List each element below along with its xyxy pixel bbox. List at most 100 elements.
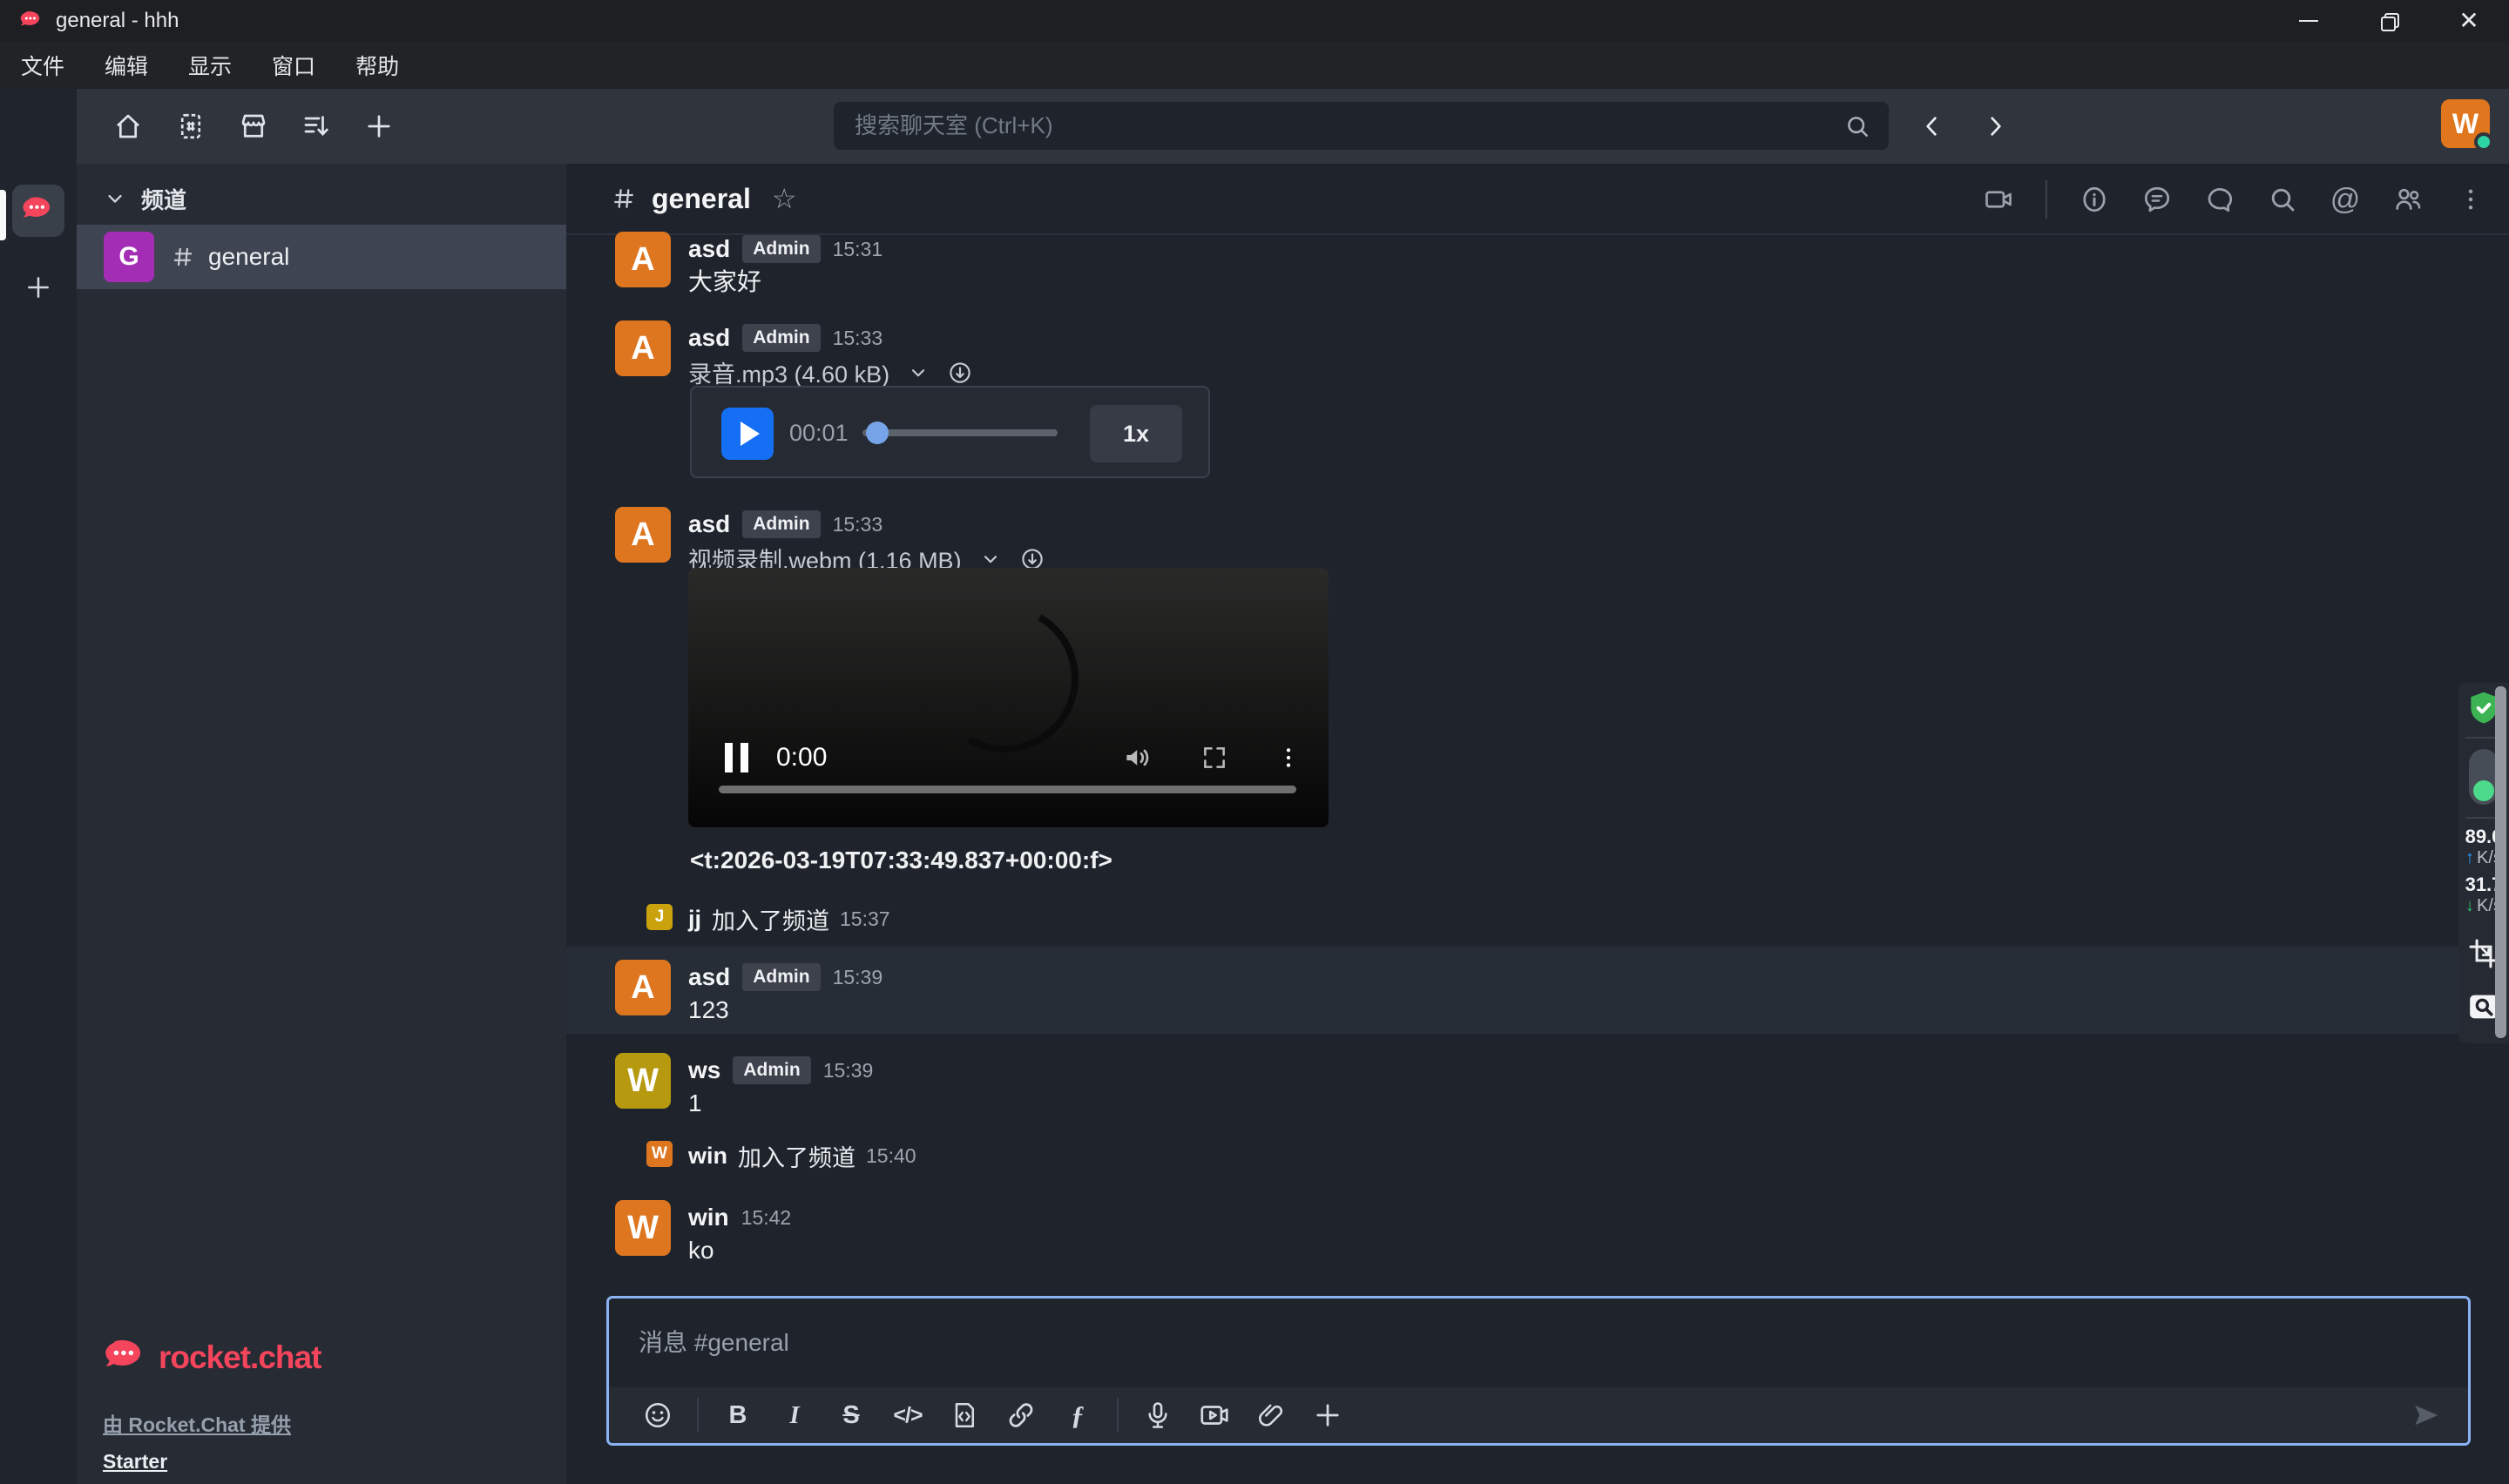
fullscreen-icon[interactable] [1200, 743, 1229, 772]
avatar[interactable]: A [615, 320, 671, 376]
restore-button[interactable] [2349, 0, 2429, 42]
history-back-button[interactable] [1917, 111, 1948, 142]
collapse-chevron-icon[interactable] [907, 361, 930, 384]
user-avatar[interactable]: W [2441, 99, 2490, 148]
search-icon [1843, 112, 1871, 140]
italic-button[interactable]: I [777, 1398, 812, 1433]
header-divider [2046, 180, 2047, 219]
close-button[interactable]: ✕ [2429, 0, 2509, 42]
search-messages-button[interactable] [2267, 184, 2298, 215]
role-badge: Admin [742, 324, 820, 352]
message-header: asd Admin 15:33 [688, 510, 883, 538]
home-icon [112, 111, 144, 142]
add-server-button[interactable] [19, 268, 57, 307]
video-progress-bar[interactable] [719, 786, 1296, 793]
audio-play-button[interactable] [721, 408, 774, 460]
info-icon [2079, 184, 2110, 215]
attachment-filename[interactable]: 录音.mp3 (4.60 kB) [688, 355, 889, 389]
message-header: ws Admin 15:39 [688, 1056, 873, 1084]
download-icon[interactable] [947, 360, 973, 386]
create-new-button[interactable] [363, 111, 395, 142]
marketplace-button[interactable] [238, 111, 269, 142]
widget-scrollbar[interactable] [2495, 686, 2506, 1038]
download-arrow-icon: ↓ [2465, 896, 2474, 916]
kebab-menu-button[interactable] [2455, 184, 2486, 215]
avatar[interactable]: W [615, 1200, 671, 1256]
sidebar-item-general[interactable]: G general [77, 225, 566, 289]
message-username[interactable]: asd [688, 963, 730, 991]
composer-plus-button[interactable] [1310, 1398, 1345, 1433]
message-input[interactable] [609, 1298, 2468, 1387]
video-record-button[interactable] [1197, 1398, 1232, 1433]
audio-playback-rate-button[interactable]: 1x [1090, 405, 1182, 462]
members-button[interactable] [2392, 184, 2424, 215]
menu-view[interactable]: 显示 [183, 46, 237, 84]
strikethrough-button[interactable]: S [834, 1398, 869, 1433]
menu-window[interactable]: 窗口 [267, 46, 321, 84]
audio-current-time: 00:01 [789, 420, 849, 447]
minimize-button[interactable] [2269, 0, 2349, 42]
channels-section-header[interactable]: 频道 [77, 178, 566, 219]
play-icon [741, 422, 760, 446]
message-username[interactable]: win [688, 1143, 727, 1170]
message-header: win 15:42 [688, 1204, 791, 1231]
message-header: asd Admin 15:33 [688, 324, 883, 352]
channels-section-label: 频道 [141, 183, 186, 215]
search-input[interactable] [834, 112, 1843, 139]
directory-button[interactable] [175, 111, 206, 142]
avatar[interactable]: A [615, 960, 671, 1015]
video-kebab-icon[interactable] [1275, 744, 1302, 772]
avatar[interactable]: W [615, 1053, 671, 1109]
chevron-right-icon [1981, 112, 2009, 140]
restore-icon [2381, 13, 2397, 29]
volume-icon[interactable] [1121, 741, 1154, 774]
home-button[interactable] [112, 111, 144, 142]
sort-button[interactable] [301, 111, 332, 142]
attach-file-button[interactable] [1254, 1398, 1288, 1433]
channel-info-button[interactable] [2079, 184, 2110, 215]
link-button[interactable] [1004, 1398, 1038, 1433]
powered-by-link[interactable]: 由 Rocket.Chat 提供 [103, 1408, 538, 1438]
message-username[interactable]: ws [688, 1056, 720, 1084]
audio-slider-thumb[interactable] [866, 422, 889, 444]
history-forward-button[interactable] [1979, 111, 2011, 142]
avatar[interactable]: J [646, 904, 673, 930]
katex-button[interactable]: ƒ [1060, 1398, 1095, 1433]
send-plane-icon [2411, 1400, 2442, 1431]
menu-help[interactable]: 帮助 [350, 46, 404, 84]
search-icon [2267, 184, 2298, 215]
emoji-button[interactable] [640, 1398, 675, 1433]
send-button[interactable] [2409, 1398, 2444, 1433]
message-username[interactable]: jj [688, 906, 701, 933]
threads-button[interactable] [2141, 184, 2173, 215]
message-username[interactable]: asd [688, 510, 730, 538]
message-username[interactable]: asd [688, 324, 730, 352]
message-username[interactable]: win [688, 1204, 729, 1231]
discussions-button[interactable] [2204, 184, 2235, 215]
video-player[interactable]: 0:00 [688, 568, 1329, 827]
menu-file[interactable]: 文件 [16, 46, 70, 84]
paperclip-icon [1255, 1400, 1287, 1431]
mentions-button[interactable]: @ [2330, 184, 2361, 215]
avatar[interactable]: A [615, 507, 671, 563]
workspace-button[interactable] [12, 185, 64, 237]
message-text: <t:2026-03-19T07:33:49.837+00:00:f> [690, 847, 1112, 874]
audio-seek-slider[interactable] [862, 429, 1058, 436]
toggle-pill-icon [2469, 749, 2499, 805]
plan-link[interactable]: Starter [103, 1450, 538, 1474]
favorite-star-icon[interactable]: ☆ [772, 182, 797, 215]
bold-button[interactable]: B [720, 1398, 755, 1433]
plus-icon [1312, 1400, 1343, 1431]
menu-edit[interactable]: 编辑 [99, 46, 153, 84]
inline-code-button[interactable]: </> [890, 1398, 925, 1433]
message-username[interactable]: asd [688, 235, 730, 263]
audio-record-button[interactable] [1140, 1398, 1175, 1433]
channel-title[interactable]: general [652, 183, 751, 215]
search-bar[interactable] [834, 102, 1889, 150]
collapse-chevron-icon[interactable] [979, 548, 1002, 570]
video-pause-button[interactable] [725, 743, 748, 772]
code-block-button[interactable] [947, 1398, 982, 1433]
avatar[interactable]: A [615, 232, 671, 287]
avatar[interactable]: W [646, 1141, 673, 1167]
video-call-button[interactable] [1983, 184, 2014, 215]
